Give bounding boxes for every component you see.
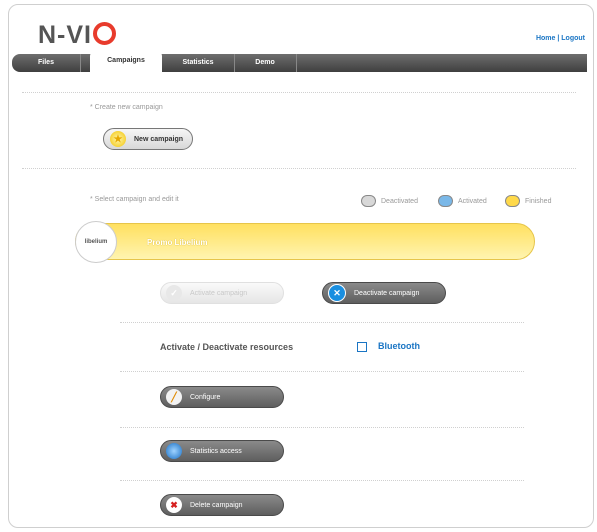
logo-text: N-VI (38, 21, 92, 49)
app-frame (8, 4, 594, 528)
campaign-row[interactable] (75, 223, 535, 260)
select-note: * Select campaign and edit it (90, 196, 179, 203)
divider (120, 427, 524, 428)
resources-label: Activate / Deactivate resources (160, 342, 294, 352)
top-links: Home | Logout (536, 35, 585, 42)
configure-button[interactable]: ╱ Configure (160, 386, 284, 408)
tab-demo[interactable]: Demo (234, 54, 297, 72)
bluetooth-checkbox[interactable] (357, 342, 367, 352)
nvio-logo: N-VI (38, 20, 116, 50)
activate-label: Activate campaign (190, 289, 248, 297)
pencil-icon: ╱ (166, 389, 182, 405)
campaign-badge: libelium (75, 221, 117, 263)
activate-campaign-button[interactable]: ✓ Activate campaign (160, 282, 284, 304)
campaign-name[interactable]: Promo Libelium (147, 238, 207, 247)
statistics-access-button[interactable]: Statistics access (160, 440, 284, 462)
legend-label: Finished (525, 197, 552, 205)
create-note: * Create new campaign (90, 104, 163, 111)
delete-x-icon: ✖ (166, 497, 182, 513)
new-campaign-button[interactable]: ★ New campaign (103, 128, 193, 150)
logout-link[interactable]: Logout (561, 35, 585, 42)
deactivate-label: Deactivate campaign (354, 289, 420, 297)
tab-files[interactable]: Files (12, 54, 81, 72)
legend-swatch-activated (438, 195, 453, 207)
delete-label: Delete campaign (190, 501, 243, 509)
legend-label: Deactivated (381, 197, 418, 205)
close-icon: ✕ (328, 284, 346, 302)
home-link[interactable]: Home (536, 35, 555, 42)
globe-icon (166, 443, 182, 459)
divider (22, 92, 576, 93)
bluetooth-label[interactable]: Bluetooth (378, 341, 420, 351)
check-icon: ✓ (166, 285, 182, 301)
divider (120, 371, 524, 372)
logo-o-ring (93, 22, 116, 45)
legend-activated: Activated (438, 195, 487, 207)
legend-deactivated: Deactivated (361, 195, 418, 207)
divider (22, 168, 576, 169)
statistics-label: Statistics access (190, 447, 242, 455)
new-campaign-label: New campaign (134, 135, 184, 143)
divider (120, 322, 524, 323)
star-icon: ★ (110, 131, 126, 147)
tab-campaigns[interactable]: Campaigns (90, 52, 162, 72)
libelium-logo: libelium (84, 239, 108, 245)
delete-campaign-button[interactable]: ✖ Delete campaign (160, 494, 284, 516)
deactivate-campaign-button[interactable]: ✕ Deactivate campaign (322, 282, 446, 304)
legend-swatch-finished (505, 195, 520, 207)
configure-label: Configure (190, 393, 221, 401)
tab-statistics[interactable]: Statistics (162, 54, 235, 72)
main-nav: Files Campaigns Statistics Demo (12, 52, 587, 72)
legend-label: Activated (458, 197, 487, 205)
legend-swatch-deactivated (361, 195, 376, 207)
divider (120, 480, 524, 481)
legend-finished: Finished (505, 195, 551, 207)
